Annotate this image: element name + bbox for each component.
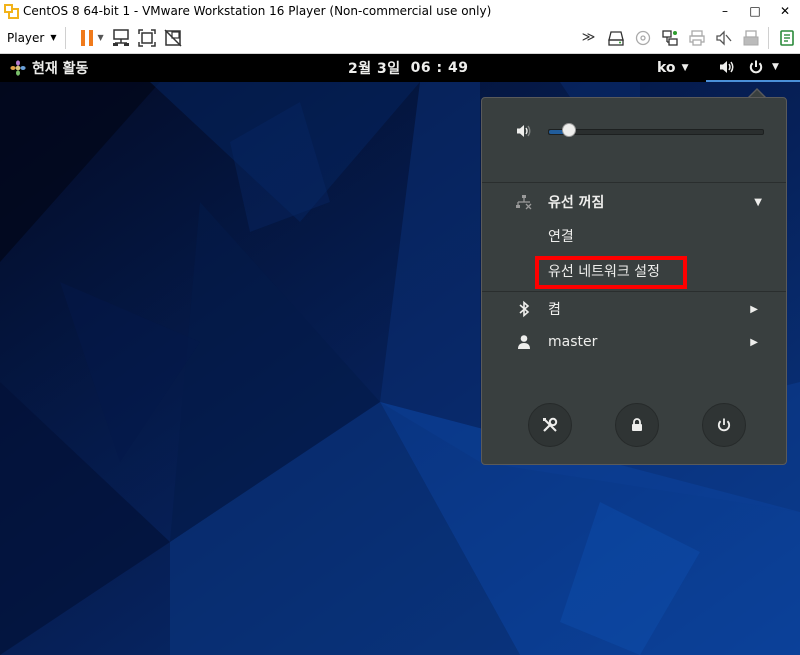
clock-button[interactable]: 2월 3일 06 : 49: [348, 54, 468, 82]
unity-off-icon: [164, 28, 182, 47]
input-language-button[interactable]: ko ▼: [657, 54, 688, 82]
bluetooth-icon: [519, 300, 530, 318]
cd-dvd-icon: [635, 30, 650, 45]
system-status-button[interactable]: ▼: [706, 54, 800, 82]
more-devices-button[interactable]: ≫: [575, 25, 602, 51]
hard-disk-button[interactable]: [602, 25, 629, 51]
user-row[interactable]: master ▶: [482, 326, 786, 358]
full-screen-button[interactable]: [134, 25, 160, 51]
guest-screen[interactable]: 현재 활동 2월 3일 06 : 49 ko ▼ ▼ 유선 꺼짐 ▼ 연결 유선…: [0, 54, 800, 655]
settings-button[interactable]: [528, 403, 572, 447]
clock-time: 06 : 49: [410, 60, 469, 76]
toolbar-divider: [768, 26, 769, 49]
printer-button[interactable]: [683, 25, 710, 51]
chevron-right-icon: ▶: [750, 303, 758, 315]
menu-separator: [482, 182, 786, 183]
language-label: ko: [657, 60, 676, 76]
notes-icon: [779, 29, 794, 46]
window-title: CentOS 8 64-bit 1 - VMware Workstation 1…: [23, 4, 492, 18]
tools-icon: [543, 417, 558, 432]
hard-disk-icon: [607, 30, 624, 46]
lock-screen-button[interactable]: [615, 403, 659, 447]
user-icon: [518, 335, 530, 349]
vmware-app-icon: [4, 4, 19, 19]
system-menu: 유선 꺼짐 ▼ 연결 유선 네트워크 설정 켬 ▶ master ▶: [481, 97, 787, 465]
wired-network-off-icon: [516, 195, 532, 210]
menu-separator: [482, 291, 786, 292]
chevron-down-icon: ▼: [754, 196, 762, 208]
bluetooth-row[interactable]: 켬 ▶: [482, 293, 786, 325]
user-label: master: [548, 334, 598, 350]
printer-icon: [688, 29, 705, 46]
close-button[interactable]: ✕: [770, 0, 800, 22]
toolbar-divider: [64, 26, 66, 49]
power-icon: [717, 418, 731, 432]
chevron-down-icon: ▼: [772, 62, 779, 72]
network-computer-icon: [112, 28, 129, 46]
player-menu-button[interactable]: Player ▼: [7, 31, 57, 45]
activities-label: 현재 활동: [32, 61, 89, 77]
cd-dvd-button[interactable]: [629, 25, 656, 51]
chevron-down-icon: ▼: [50, 33, 57, 42]
fullscreen-icon: [137, 28, 156, 47]
device-toolbar: ≫: [575, 25, 800, 51]
unity-button[interactable]: [160, 25, 186, 51]
power-off-button[interactable]: [702, 403, 746, 447]
lock-icon: [632, 418, 642, 431]
window-titlebar: CentOS 8 64-bit 1 - VMware Workstation 1…: [0, 0, 800, 22]
pause-button[interactable]: [74, 25, 100, 51]
network-adapter-button[interactable]: [656, 25, 683, 51]
pause-icon: [80, 29, 93, 46]
wired-network-row[interactable]: 유선 꺼짐 ▼: [482, 186, 786, 218]
send-ctrl-alt-del-button[interactable]: [108, 25, 134, 51]
player-menu-label: Player: [7, 30, 45, 45]
pause-options-caret[interactable]: ▼: [98, 33, 104, 42]
gnome-top-bar: 현재 활동 2월 3일 06 : 49 ko ▼ ▼: [0, 54, 800, 82]
bluetooth-label: 켬: [548, 302, 561, 318]
chevron-down-icon: ▼: [681, 63, 689, 73]
maximize-button[interactable]: □: [740, 0, 770, 22]
message-log-button[interactable]: [773, 25, 800, 51]
network-connect-item[interactable]: 연결: [482, 220, 786, 252]
volume-low-icon: [517, 125, 531, 137]
clock-date: 2월 3일: [348, 61, 401, 77]
gnome-logo-icon: [10, 60, 26, 76]
sound-card-button[interactable]: [710, 25, 737, 51]
vmware-toolbar: Player ▼ ▼ ≫: [0, 22, 800, 54]
usb-device-button[interactable]: [737, 25, 764, 51]
minimize-button[interactable]: –: [710, 0, 740, 22]
volume-icon: [720, 61, 734, 73]
speaker-off-icon: [715, 29, 731, 46]
wired-network-title: 유선 꺼짐: [548, 195, 605, 211]
double-chevron-right-icon: ≫: [581, 30, 596, 45]
volume-slider-track[interactable]: [548, 129, 764, 135]
network-connect-label: 연결: [548, 229, 574, 245]
annotation-highlight-box: [535, 256, 687, 289]
power-icon: [749, 60, 763, 74]
network-adapter-icon: [661, 29, 678, 46]
activities-button[interactable]: 현재 활동: [10, 54, 88, 82]
usb-storage-icon: [743, 29, 758, 45]
chevron-right-icon: ▶: [750, 336, 758, 348]
